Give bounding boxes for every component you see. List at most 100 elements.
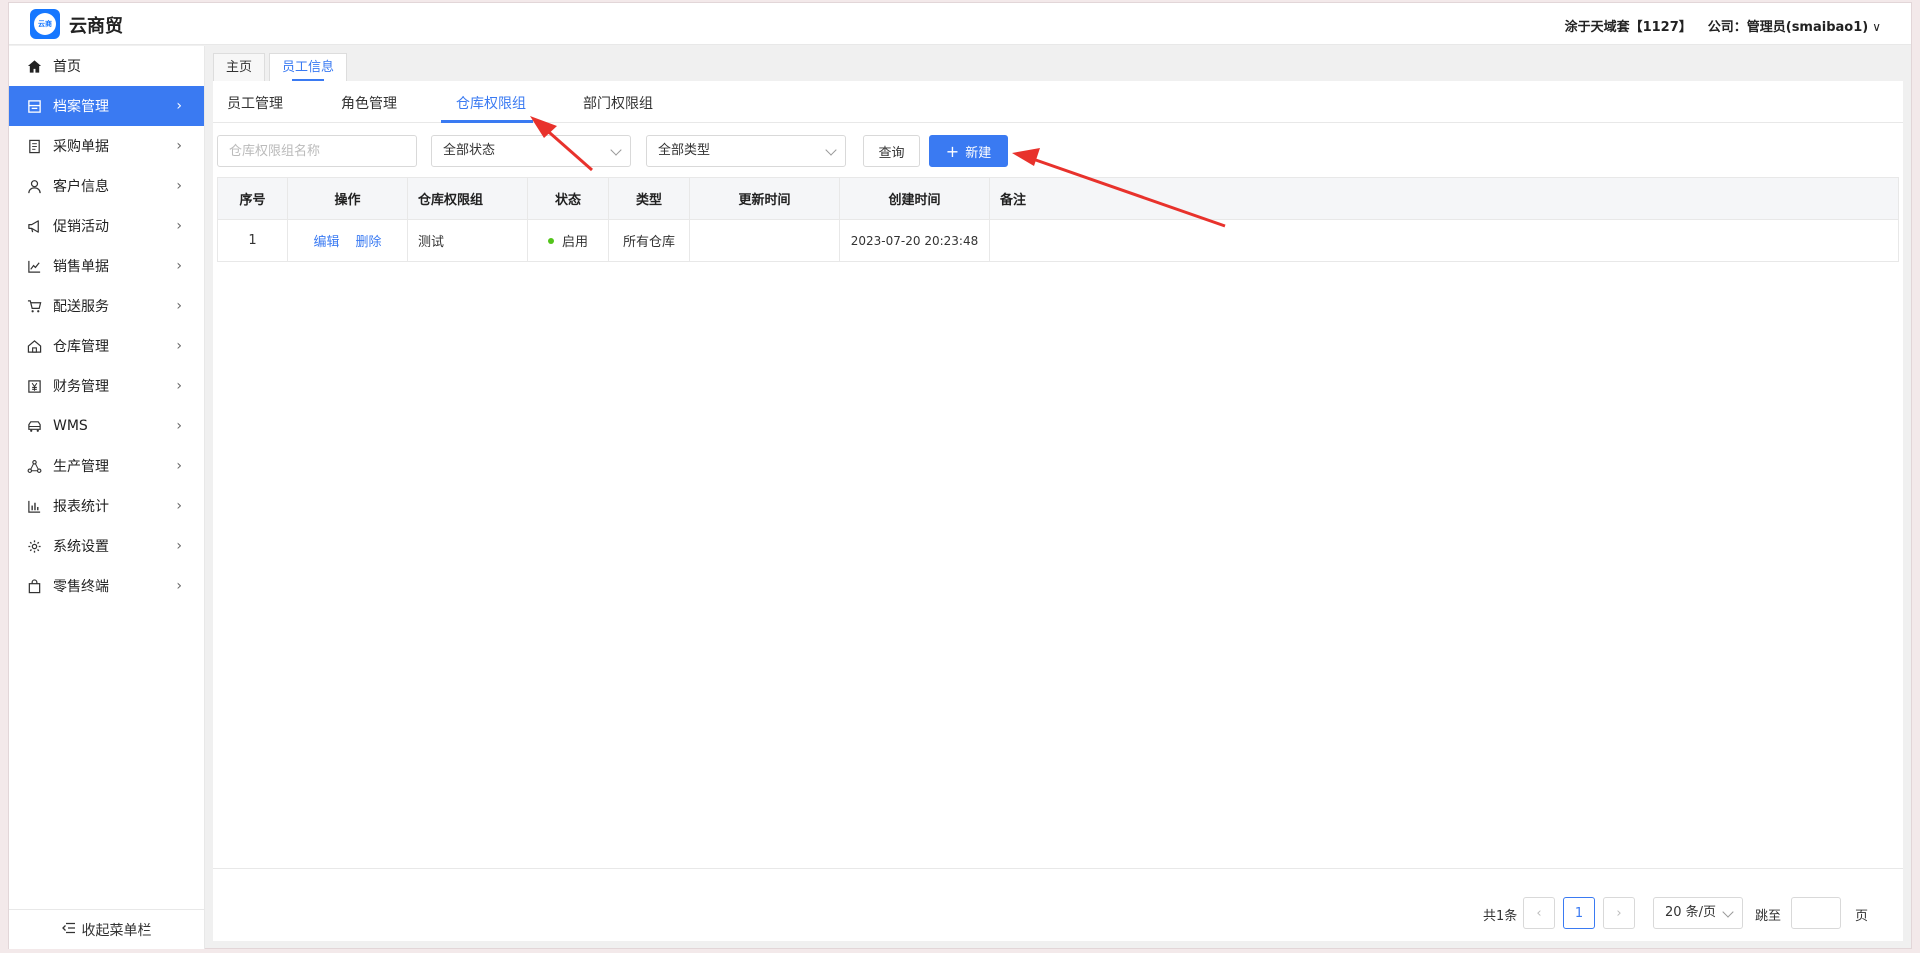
column-header: 备注: [1000, 193, 1027, 208]
page-size-value: 20 条/页: [1665, 905, 1717, 920]
app-window: 云商 云商贸 涂于天域套【1127】 公司：管理员(smaibao1) ∨ 首页 …: [8, 2, 1912, 949]
total-count: 共1条: [1483, 909, 1518, 924]
collapse-menu-button[interactable]: 收起菜单栏: [9, 909, 204, 949]
prev-page-button[interactable]: ‹: [1523, 897, 1555, 929]
chevron-down-icon: [1722, 906, 1734, 918]
status-select[interactable]: 全部状态: [431, 135, 631, 167]
sidebar-item-home[interactable]: 首页: [9, 46, 204, 86]
chevron-right-icon: ›: [176, 298, 182, 314]
status-select-value: 全部状态: [443, 143, 496, 158]
company-menu[interactable]: 公司：管理员(smaibao1) ∨: [1708, 16, 1881, 35]
jump-page-input[interactable]: [1791, 897, 1841, 929]
sidebar-item-production[interactable]: 生产管理 ›: [9, 446, 204, 486]
subtab-department-permission-group[interactable]: 部门权限组: [583, 93, 653, 113]
sidebar-item-label: 系统设置: [53, 539, 109, 555]
tab-employee-info[interactable]: 员工信息: [269, 53, 348, 81]
chevron-down-icon: [610, 144, 622, 156]
sidebar-item-settings[interactable]: 系统设置 ›: [9, 526, 204, 566]
table-header: 序号 操作 仓库权限组 状态 类型 更新时间 创建时间 备注: [218, 178, 1898, 220]
sidebar-item-label: 客户信息: [53, 179, 109, 195]
megaphone-icon: [25, 217, 43, 235]
sidebar-item-label: 生产管理: [53, 459, 109, 475]
column-header: 仓库权限组: [408, 178, 528, 219]
pagination: 共1条 ‹ 1 › 20 条/页 跳至 页: [1483, 897, 1903, 929]
column-header: 状态: [528, 178, 609, 219]
column-header: 序号: [218, 178, 288, 219]
sidebar-item-warehouse[interactable]: 仓库管理 ›: [9, 326, 204, 366]
row-status-label: 启用: [561, 235, 588, 250]
page-size-select[interactable]: 20 条/页: [1653, 897, 1743, 929]
tab-home[interactable]: 主页: [213, 53, 266, 81]
sidebar-item-archive[interactable]: 档案管理 ›: [9, 86, 204, 126]
row-created-time: 2023-07-20 20:23:48: [840, 220, 990, 261]
subtab-role-management[interactable]: 角色管理: [341, 93, 397, 113]
sidebar-item-retail[interactable]: 零售终端 ›: [9, 566, 204, 606]
column-header: 类型: [609, 178, 690, 219]
type-select[interactable]: 全部类型: [646, 135, 846, 167]
sidebar-item-delivery[interactable]: 配送服务 ›: [9, 286, 204, 326]
chevron-right-icon: ›: [176, 418, 182, 434]
delete-link[interactable]: 删除: [356, 231, 382, 250]
collapse-icon: [61, 922, 76, 938]
next-page-button[interactable]: ›: [1603, 897, 1635, 929]
truck-icon: [25, 417, 43, 435]
chevron-right-icon: ›: [176, 498, 182, 514]
chevron-right-icon: ›: [176, 338, 182, 354]
chevron-right-icon: ›: [176, 578, 182, 594]
type-select-value: 全部类型: [658, 143, 711, 158]
status-dot-icon: [547, 237, 554, 244]
sidebar-item-wms[interactable]: WMS ›: [9, 406, 204, 446]
logo-mark: 云商: [34, 13, 56, 35]
sidebar-item-label: 零售终端: [53, 579, 109, 595]
subtab-employee-management[interactable]: 员工管理: [227, 93, 283, 113]
sidebar-item-label: 档案管理: [53, 99, 109, 115]
user-icon: [25, 177, 43, 195]
new-button[interactable]: + 新建: [929, 135, 1008, 167]
home-icon: [25, 57, 43, 75]
sidebar-item-purchase[interactable]: 采购单据 ›: [9, 126, 204, 166]
sidebar-item-customer[interactable]: 客户信息 ›: [9, 166, 204, 206]
warehouse-icon: [25, 337, 43, 355]
active-subtab-indicator: [441, 120, 533, 123]
group-name-search-input[interactable]: [217, 135, 417, 167]
archive-icon: [25, 97, 43, 115]
sidebar-item-sales[interactable]: 销售单据 ›: [9, 246, 204, 286]
edit-link[interactable]: 编辑: [313, 231, 339, 250]
user-info: 涂于天域套【1127】 公司：管理员(smaibao1) ∨: [1565, 16, 1881, 35]
page-1-button[interactable]: 1: [1563, 897, 1595, 929]
network-icon: [25, 457, 43, 475]
sidebar-item-label: WMS: [53, 418, 88, 434]
chevron-right-icon: ›: [176, 178, 182, 194]
bag-icon: [25, 577, 43, 595]
sidebar-item-finance[interactable]: 财务管理 ›: [9, 366, 204, 406]
chevron-right-icon: ›: [176, 538, 182, 554]
chevron-right-icon: ›: [176, 98, 182, 114]
sidebar-item-reports[interactable]: 报表统计 ›: [9, 486, 204, 526]
page-tabs: 主页 员工信息: [213, 53, 348, 81]
new-button-label: 新建: [965, 145, 992, 161]
app-logo[interactable]: 云商: [30, 9, 60, 39]
sidebar: 首页 档案管理 › 采购单据 › 客户信息 › 促销活动 › 销售单据 › 配送…: [9, 46, 205, 949]
sidebar-item-label: 配送服务: [53, 299, 109, 315]
sidebar-item-promotion[interactable]: 促销活动 ›: [9, 206, 204, 246]
account-label: 涂于天域套【1127】: [1564, 20, 1692, 35]
sidebar-item-label: 促销活动: [53, 219, 109, 235]
row-group-name: 测试: [408, 220, 528, 261]
sidebar-item-label: 采购单据: [53, 139, 109, 155]
chevron-right-icon: ›: [176, 258, 182, 274]
sidebar-item-label: 首页: [53, 59, 81, 75]
bar-chart-icon: [25, 497, 43, 515]
cart-icon: [25, 297, 43, 315]
finance-icon: [25, 377, 43, 395]
sidebar-item-label: 销售单据: [53, 259, 109, 275]
subtab-warehouse-permission-group[interactable]: 仓库权限组: [456, 93, 526, 113]
chevron-right-icon: ›: [176, 458, 182, 474]
company-label: 公司：管理员(smaibao1): [1707, 20, 1869, 35]
jump-label: 跳至: [1755, 909, 1782, 924]
line-chart-icon: [25, 257, 43, 275]
query-button[interactable]: 查询: [863, 135, 920, 167]
collapse-menu-label: 收起菜单栏: [81, 922, 152, 939]
row-type: 所有仓库: [609, 220, 690, 261]
sub-tabs: 员工管理 角色管理 仓库权限组 部门权限组: [213, 81, 1903, 123]
gear-icon: [25, 537, 43, 555]
